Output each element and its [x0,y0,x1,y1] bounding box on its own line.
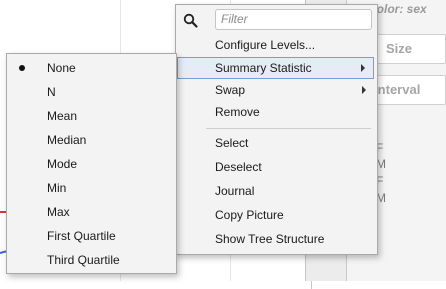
submenu-item-first-quartile[interactable]: First Quartile [7,224,174,248]
menu-item-copy-picture[interactable]: Copy Picture [177,204,374,226]
submenu-arrow-icon [361,64,365,72]
submenu-item-none[interactable]: None [7,56,174,80]
submenu-item-label: None [47,61,76,75]
summary-statistic-submenu: None N Mean Median Mode Min Max First Qu… [6,53,177,274]
filter-input[interactable]: Filter [215,9,372,30]
submenu-item-mode[interactable]: Mode [7,152,174,176]
menu-item-swap[interactable]: Swap [177,79,374,101]
submenu-item-min[interactable]: Min [7,176,174,200]
menu-item-show-tree-structure[interactable]: Show Tree Structure [177,228,374,250]
menu-item-select[interactable]: Select [177,132,374,154]
search-icon [183,13,199,29]
menu-item-journal[interactable]: Journal [177,180,374,202]
submenu-item-mean[interactable]: Mean [7,104,174,128]
menu-item-deselect[interactable]: Deselect [177,156,374,178]
menu-item-remove[interactable]: Remove [177,101,374,123]
submenu-item-third-quartile[interactable]: Third Quartile [7,248,174,272]
menu-item-label: Swap [215,83,246,97]
context-menu: Filter Configure Levels... Summary Stati… [175,4,378,255]
menu-separator [206,128,371,129]
submenu-item-median[interactable]: Median [7,128,174,152]
menu-item-label: Summary Statistic [215,61,312,75]
submenu-item-n[interactable]: N [7,80,174,104]
selected-bullet-icon [19,65,25,71]
menu-item-configure-levels[interactable]: Configure Levels... [177,34,374,56]
submenu-arrow-icon [362,86,366,94]
submenu-item-max[interactable]: Max [7,200,174,224]
menu-item-summary-statistic[interactable]: Summary Statistic [177,57,374,79]
